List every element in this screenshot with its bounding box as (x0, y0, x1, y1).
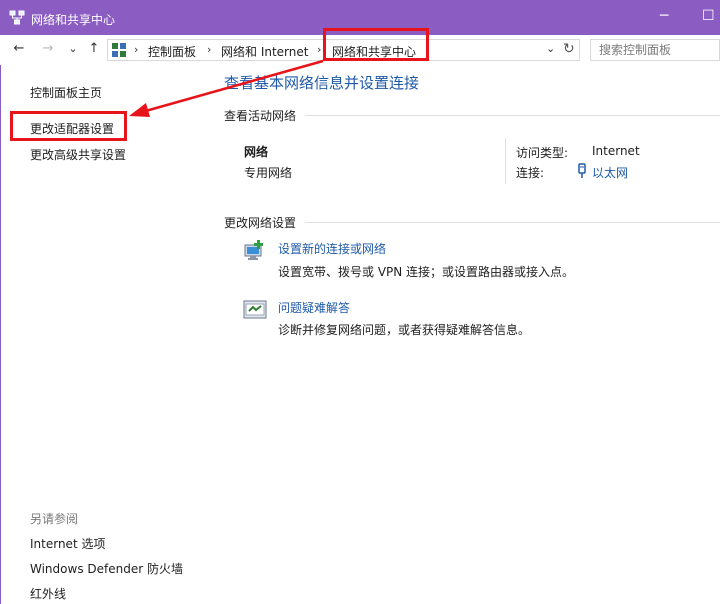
setup-new-connection-link[interactable]: 设置新的连接或网络 (278, 240, 386, 257)
recent-locations-button[interactable]: ⌄ (65, 41, 81, 57)
change-settings-header: 更改网络设置 (224, 216, 297, 230)
ethernet-icon (578, 163, 586, 178)
window-title: 网络和共享中心 (31, 13, 116, 27)
section-divider (305, 115, 720, 116)
see-also-internet-options[interactable]: Internet 选项 (30, 535, 105, 552)
search-box[interactable] (590, 39, 720, 61)
refresh-icon[interactable]: ↻ (563, 41, 575, 57)
breadcrumb-separator[interactable]: › (134, 43, 138, 56)
window-border (0, 35, 1, 604)
new-connection-icon (244, 240, 263, 260)
back-button[interactable]: ← (11, 41, 27, 57)
maximize-button[interactable]: ☐ (702, 8, 715, 24)
troubleshoot-desc: 诊断并修复网络问题，或者获得疑难解答信息。 (278, 323, 531, 337)
network-type: 专用网络 (244, 166, 293, 180)
network-center-icon (9, 10, 25, 25)
up-button[interactable]: ↑ (86, 41, 102, 57)
network-name: 网络 (244, 145, 269, 159)
address-dropdown-icon[interactable]: ⌄ (546, 42, 555, 55)
minimize-button[interactable]: ─ (660, 8, 668, 24)
search-input[interactable] (599, 41, 719, 59)
annotation-box-adapter-settings (10, 111, 127, 141)
page-title: 查看基本网络信息并设置连接 (224, 74, 420, 92)
forward-button[interactable]: → (40, 41, 56, 57)
see-also-infrared[interactable]: 红外线 (30, 585, 66, 602)
network-divider (505, 138, 506, 184)
sidebar-item-advanced-sharing-settings[interactable]: 更改高级共享设置 (30, 146, 126, 163)
breadcrumb-network-internet[interactable]: 网络和 Internet (221, 43, 308, 60)
see-also-title: 另请参阅 (30, 512, 79, 526)
setup-new-connection-desc: 设置宽带、拨号或 VPN 连接；或设置路由器或接入点。 (278, 265, 575, 279)
annotation-box-breadcrumb (323, 28, 429, 61)
section-divider (305, 222, 720, 223)
ethernet-connection-link[interactable]: 以太网 (592, 166, 628, 180)
access-type-label: 访问类型: (516, 146, 569, 160)
see-also-windows-defender-firewall[interactable]: Windows Defender 防火墙 (30, 560, 183, 577)
breadcrumb-separator[interactable]: › (317, 43, 321, 56)
breadcrumb-separator[interactable]: › (207, 43, 211, 56)
sidebar-item-control-panel-home[interactable]: 控制面板主页 (30, 84, 102, 101)
troubleshoot-icon (243, 300, 267, 319)
troubleshoot-link[interactable]: 问题疑难解答 (278, 299, 350, 316)
control-panel-icon (112, 43, 126, 57)
access-type-value: Internet (592, 144, 640, 158)
connection-label: 连接: (516, 166, 545, 180)
active-networks-header: 查看活动网络 (224, 109, 297, 123)
breadcrumb-control-panel[interactable]: 控制面板 (148, 43, 196, 60)
